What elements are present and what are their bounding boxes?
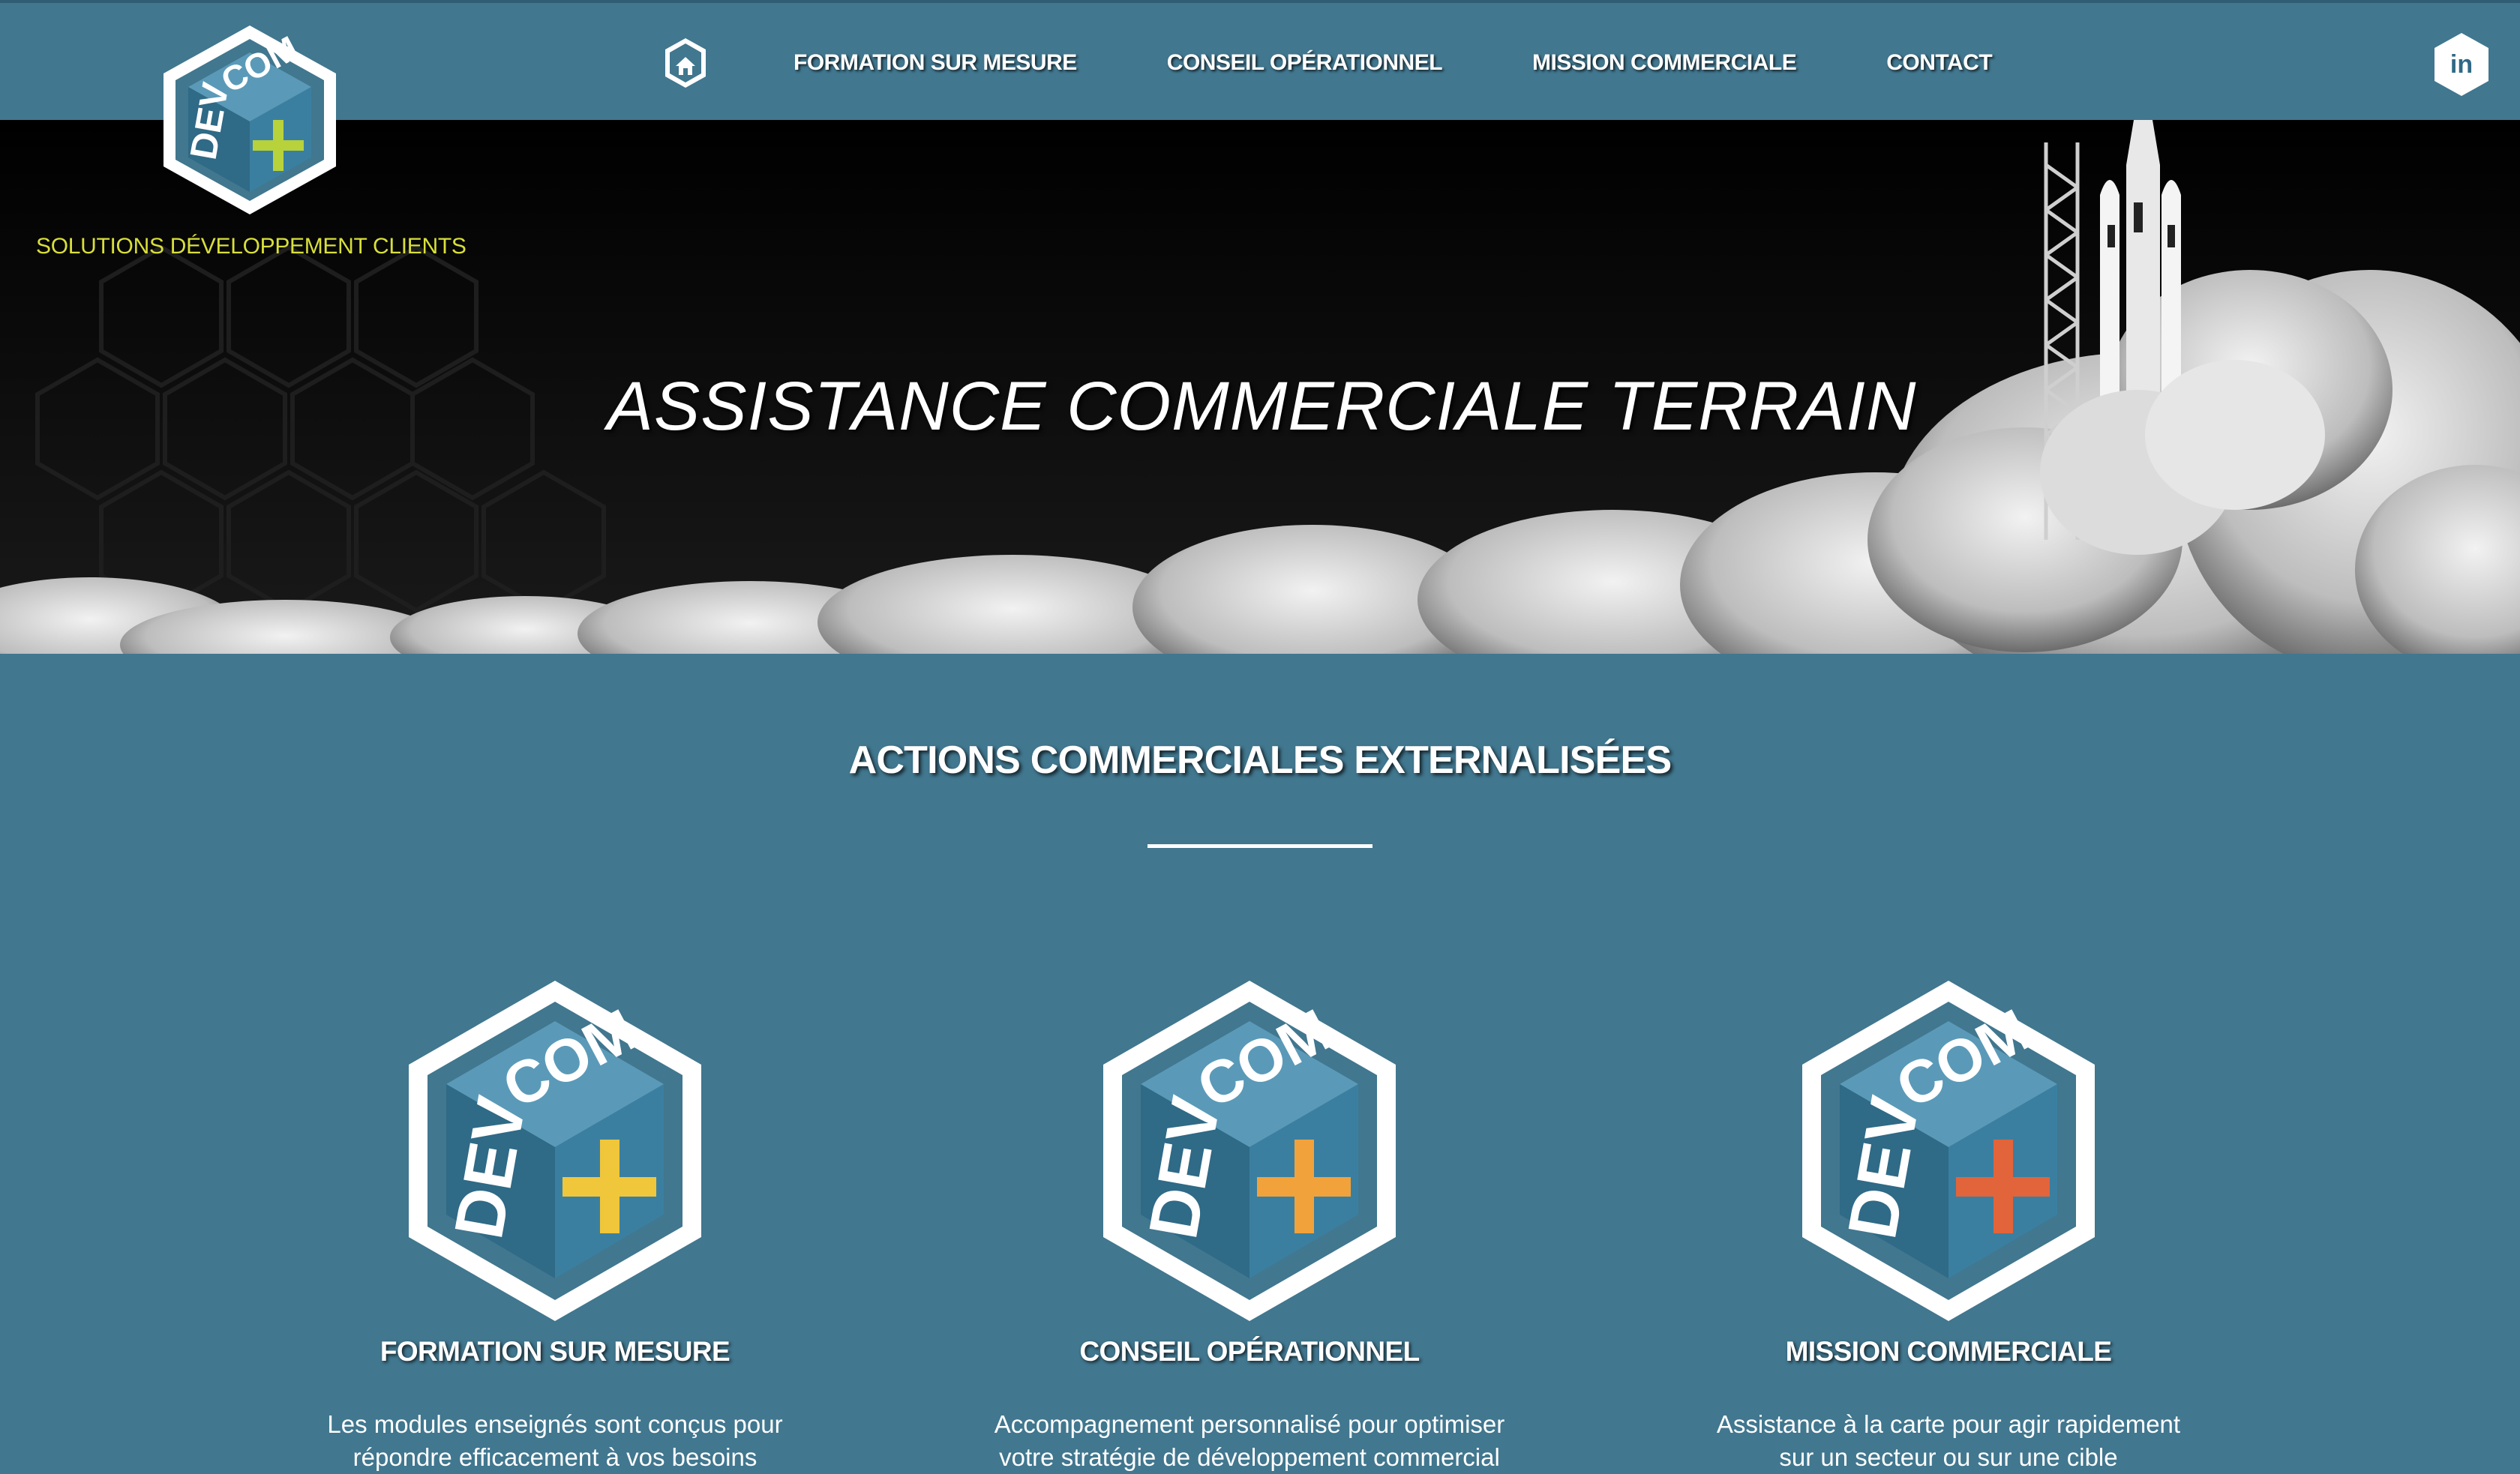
card-title[interactable]: FORMATION SUR MESURE: [218, 1336, 892, 1368]
card-desc-line: Les modules enseignés sont conçus pour: [327, 1410, 783, 1438]
home-button[interactable]: [660, 34, 711, 92]
card-title[interactable]: CONSEIL OPÉRATIONNEL: [912, 1336, 1587, 1368]
brand-tagline: SOLUTIONS DÉVELOPPEMENT CLIENTS: [36, 234, 466, 259]
card-description: Accompagnement personnalisé pour optimis…: [912, 1408, 1587, 1474]
top-navigation-bar: FORMATION SUR MESURE CONSEIL OPÉRATIONNE…: [0, 0, 2520, 120]
nav-conseil[interactable]: CONSEIL OPÉRATIONNEL: [1167, 50, 1443, 76]
card-desc-line: Assistance à la carte pour agir rapideme…: [1716, 1410, 2181, 1438]
devcom-logo[interactable]: DEV COM: [158, 22, 342, 217]
card-description: Les modules enseignés sont conçus pour r…: [218, 1408, 892, 1474]
card-desc-line: votre stratégie de développement commerc…: [999, 1443, 1500, 1471]
card-title[interactable]: MISSION COMMERCIALE: [1611, 1336, 2286, 1368]
devcom-badge-icon: DEV COM: [1092, 975, 1407, 1327]
nav-mission[interactable]: MISSION COMMERCIALE: [1532, 50, 1797, 76]
section-title: ACTIONS COMMERCIALES EXTERNALISÉES: [848, 738, 1672, 782]
devcom-badge-icon: DEV COM: [398, 975, 712, 1327]
hero-title: ASSISTANCE COMMERCIALE TERRAIN: [607, 368, 1917, 445]
card-description: Assistance à la carte pour agir rapideme…: [1611, 1408, 2286, 1474]
section-divider: [1148, 844, 1372, 848]
card-desc-line: sur un secteur ou sur une cible: [1779, 1443, 2118, 1471]
nav-formation[interactable]: FORMATION SUR MESURE: [794, 50, 1077, 76]
hero-banner: ASSISTANCE COMMERCIALE TERRAIN: [0, 120, 2520, 654]
main-nav: FORMATION SUR MESURE CONSEIL OPÉRATIONNE…: [660, 3, 1993, 123]
card-desc-line: répondre efficacement à vos besoins: [352, 1443, 758, 1471]
linkedin-label: in: [2450, 49, 2474, 79]
nav-contact[interactable]: CONTACT: [1886, 50, 1992, 76]
card-desc-line: Accompagnement personnalisé pour optimis…: [994, 1410, 1505, 1438]
devcom-badge-icon: DEV COM: [1791, 975, 2106, 1327]
linkedin-button[interactable]: in: [2433, 31, 2490, 97]
home-icon: [665, 38, 706, 88]
